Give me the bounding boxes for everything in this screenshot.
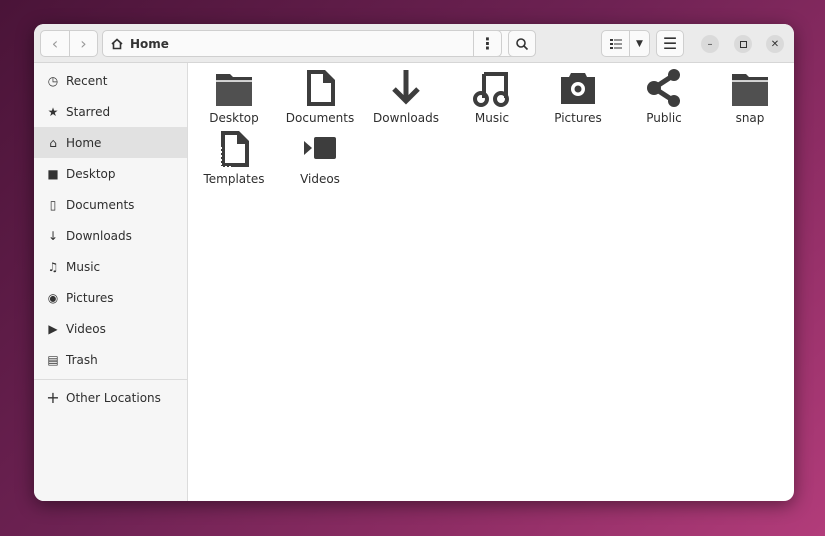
list-view-icon xyxy=(609,38,622,49)
sidebar-item-trash[interactable]: ▤ Trash xyxy=(34,344,187,375)
sidebar-item-label: Pictures xyxy=(66,290,114,305)
sidebar-item-label: Trash xyxy=(66,352,98,367)
file-item-templates[interactable]: Templates xyxy=(191,129,277,186)
sidebar-item-pictures[interactable]: ◉ Pictures xyxy=(34,282,187,313)
sidebar-item-documents[interactable]: ▯ Documents xyxy=(34,189,187,220)
sidebar-item-label: Recent xyxy=(66,73,108,88)
music-icon xyxy=(473,72,509,107)
trash-icon: ▤ xyxy=(47,352,59,367)
file-label: snap xyxy=(735,111,765,125)
file-label: Documents xyxy=(285,111,355,125)
file-label: Public xyxy=(646,111,682,125)
sidebar-item-desktop[interactable]: ■ Desktop xyxy=(34,158,187,189)
document-icon: ▯ xyxy=(49,197,57,212)
sidebar-item-music[interactable]: ♫ Music xyxy=(34,251,187,282)
minimize-icon: – xyxy=(707,38,713,50)
sidebar: ◷ Recent ★ Starred ⌂ Home ■ Desktop ▯ Documents ↓ D… xyxy=(34,63,188,501)
home-icon: ⌂ xyxy=(49,135,57,150)
vertical-dots-icon: ⋮ xyxy=(479,34,496,53)
file-label: Downloads xyxy=(373,111,439,125)
search-icon xyxy=(516,37,529,50)
file-item-desktop[interactable]: Desktop xyxy=(191,68,277,125)
share-icon xyxy=(647,69,680,107)
sidebar-separator xyxy=(34,379,187,380)
video-icon xyxy=(304,137,336,159)
sidebar-item-label: Other Locations xyxy=(66,390,161,405)
sidebar-item-recent[interactable]: ◷ Recent xyxy=(34,65,187,96)
file-label: Music xyxy=(474,111,510,125)
music-icon: ♫ xyxy=(47,259,59,274)
main-menu-button[interactable]: ☰ xyxy=(656,30,684,57)
file-label: Videos xyxy=(300,172,340,186)
home-icon xyxy=(111,37,123,49)
sidebar-item-label: Desktop xyxy=(66,166,116,181)
file-item-pictures[interactable]: Pictures xyxy=(535,68,621,125)
sidebar-item-starred[interactable]: ★ Starred xyxy=(34,96,187,127)
sidebar-item-label: Starred xyxy=(66,104,111,119)
file-label: Pictures xyxy=(554,111,602,125)
sidebar-item-videos[interactable]: ▶ Videos xyxy=(34,313,187,344)
file-item-public[interactable]: Public xyxy=(621,68,707,125)
plus-icon: + xyxy=(46,388,60,407)
camera-icon xyxy=(561,73,595,104)
sidebar-item-label: Downloads xyxy=(66,228,132,243)
file-label: Desktop xyxy=(209,111,259,125)
sidebar-item-label: Home xyxy=(66,135,102,150)
download-icon xyxy=(392,70,420,105)
file-item-music[interactable]: Music xyxy=(449,68,535,125)
file-manager-window: ‹ › Home ⋮ ▼ ☰ – ✕ ◷ Recent ★ Starred ⌂ Home ■… xyxy=(34,24,794,501)
file-item-downloads[interactable]: Downloads xyxy=(363,68,449,125)
download-icon: ↓ xyxy=(47,228,59,243)
sidebar-item-home[interactable]: ⌂ Home xyxy=(34,127,187,158)
file-item-videos[interactable]: Videos xyxy=(277,129,363,186)
file-label: Templates xyxy=(203,172,265,186)
folder-icon xyxy=(732,74,768,106)
path-bar[interactable]: Home xyxy=(102,30,536,57)
sidebar-item-label: Music xyxy=(66,259,101,274)
close-icon: ✕ xyxy=(770,38,780,50)
forward-button[interactable]: › xyxy=(69,30,98,57)
path-menu-button[interactable]: ⋮ xyxy=(473,30,502,57)
sidebar-item-other-locations[interactable]: + Other Locations xyxy=(34,382,187,413)
search-button[interactable] xyxy=(508,30,536,57)
list-view-button[interactable] xyxy=(601,30,630,57)
sidebar-item-label: Videos xyxy=(66,321,106,336)
file-item-snap[interactable]: snap xyxy=(707,68,793,125)
maximize-button[interactable] xyxy=(734,35,752,53)
camera-icon: ◉ xyxy=(47,290,59,305)
chevron-left-icon: ‹ xyxy=(51,34,59,53)
dropdown-arrow-icon: ▼ xyxy=(636,38,643,49)
video-icon: ▶ xyxy=(48,321,58,336)
star-icon: ★ xyxy=(47,104,59,119)
chevron-right-icon: › xyxy=(80,34,87,53)
maximize-icon xyxy=(739,40,747,48)
sidebar-item-label: Documents xyxy=(66,197,135,212)
header-bar: ‹ › Home ⋮ ▼ ☰ – ✕ xyxy=(34,24,794,63)
minimize-button[interactable]: – xyxy=(701,35,719,53)
sidebar-item-downloads[interactable]: ↓ Downloads xyxy=(34,220,187,251)
document-icon xyxy=(307,70,335,106)
path-label: Home xyxy=(130,36,169,51)
template-icon xyxy=(220,131,249,168)
file-item-documents[interactable]: Documents xyxy=(277,68,363,125)
clock-icon: ◷ xyxy=(47,73,59,88)
hamburger-icon: ☰ xyxy=(662,34,678,53)
close-button[interactable]: ✕ xyxy=(766,35,784,53)
back-button[interactable]: ‹ xyxy=(40,30,70,57)
folder-icon xyxy=(216,74,252,106)
view-options-button[interactable]: ▼ xyxy=(629,30,650,57)
folder-icon: ■ xyxy=(47,166,59,181)
file-grid: Desktop Documents Downloads Music Pictures Pu… xyxy=(189,63,794,501)
